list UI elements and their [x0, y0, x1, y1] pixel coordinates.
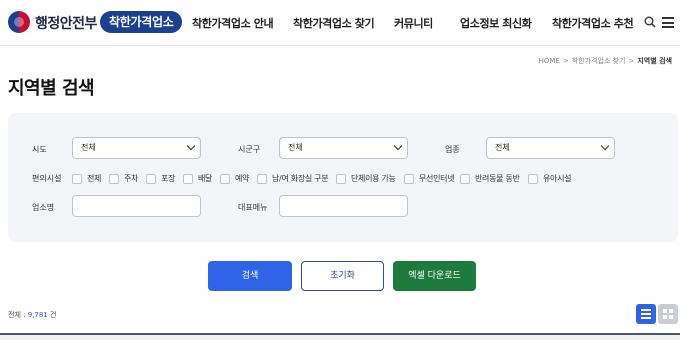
excel-download-button[interactable]: 엑셀 다운로드 [393, 261, 476, 291]
amenity-label: 유아시설 [543, 174, 572, 183]
result-count-suffix: 건 [47, 311, 57, 319]
checkbox-box[interactable] [146, 173, 156, 184]
sido-select[interactable]: 전체 [72, 137, 201, 159]
sido-select-value: 전체 [81, 143, 96, 152]
chevron-down-icon [600, 141, 610, 151]
checkbox-box[interactable] [528, 173, 538, 184]
government-emblem-icon[interactable] [8, 11, 30, 33]
site-header: 행정안전부 착한가격업소 착한가격업소 안내 착한가격업소 찾기 커뮤니티 업소… [0, 0, 680, 46]
amenity-label: 배달 [198, 174, 213, 183]
industry-select[interactable]: 전체 [486, 137, 615, 159]
sigungu-label: 시군구 [238, 145, 261, 154]
search-button[interactable]: 검색 [208, 261, 292, 291]
checkbox-box[interactable] [183, 173, 193, 184]
result-count-prefix: 전체 : [8, 311, 28, 319]
industry-label: 업종 [445, 145, 460, 154]
amenity-label: 단체이용 가능 [351, 174, 396, 183]
nav-item-guide[interactable]: 착한가격업소 안내 [192, 15, 274, 31]
amenity-label: 반려동물 동반 [475, 174, 520, 183]
menu-input[interactable] [279, 195, 408, 217]
amenity-checkbox-wifi[interactable]: 무선인터넷 [404, 173, 455, 184]
sido-label: 시도 [32, 145, 47, 154]
chevron-down-icon [393, 141, 403, 151]
nav-item-community[interactable]: 커뮤니티 [394, 15, 433, 31]
result-count-number: 9,781 [27, 311, 48, 319]
amenity-label: 주차 [124, 174, 139, 183]
hamburger-menu-icon[interactable] [662, 17, 674, 28]
amenity-checkbox-group[interactable]: 단체이용 가능 [336, 173, 396, 184]
breadcrumb: HOME > 착한가격업소 찾기 > 지역별 검색 [538, 57, 672, 65]
service-logo-badge[interactable]: 착한가격업소 [100, 11, 183, 33]
breadcrumb-current: 지역별 검색 [637, 57, 672, 65]
checkbox-box[interactable] [404, 173, 414, 184]
amenity-label: 예약 [235, 174, 250, 183]
store-name-label: 업소명 [32, 203, 55, 212]
chevron-down-icon [186, 141, 196, 151]
amenities-label: 편의시설 [32, 174, 62, 183]
amenity-checkbox-takeout[interactable]: 포장 [146, 173, 175, 184]
ministry-logo-text[interactable]: 행정안전부 [35, 13, 97, 33]
checkbox-box[interactable] [460, 173, 470, 184]
amenity-checkbox-delivery[interactable]: 배달 [183, 173, 212, 184]
checkbox-box[interactable] [220, 173, 230, 184]
breadcrumb-find[interactable]: 착한가격업소 찾기 [572, 57, 626, 65]
amenity-label: 포장 [161, 174, 176, 183]
results-table-header [0, 333, 680, 340]
amenity-checkbox-parking[interactable]: 주차 [109, 173, 138, 184]
checkbox-box[interactable] [336, 173, 346, 184]
nav-item-recommend[interactable]: 착한가격업소 추천 [552, 15, 634, 31]
amenity-label: 남/여 화장실 구분 [272, 174, 329, 183]
checkbox-box[interactable] [72, 173, 82, 184]
checkbox-box[interactable] [257, 173, 267, 184]
amenity-label: 무선인터넷 [419, 174, 455, 183]
checkbox-box[interactable] [109, 173, 119, 184]
amenity-label: 전체 [87, 174, 102, 183]
search-icon[interactable] [644, 16, 656, 28]
store-name-input[interactable] [72, 195, 201, 217]
amenity-checkbox-all[interactable]: 전체 [72, 173, 101, 184]
page-title: 지역별 검색 [8, 78, 95, 99]
amenity-checkbox-kids[interactable]: 유아시설 [528, 173, 572, 184]
menu-label: 대표메뉴 [238, 203, 268, 212]
amenity-checkbox-restroom[interactable]: 남/여 화장실 구분 [257, 173, 329, 184]
nav-item-update[interactable]: 업소정보 최신화 [460, 15, 532, 31]
result-count: 전체 : 9,781 건 [8, 310, 56, 320]
amenity-checkbox-reservation[interactable]: 예약 [220, 173, 249, 184]
industry-select-value: 전체 [495, 143, 510, 152]
sigungu-select-value: 전체 [288, 143, 303, 152]
list-view-icon[interactable] [636, 304, 656, 324]
breadcrumb-home[interactable]: HOME [539, 57, 560, 65]
nav-item-find[interactable]: 착한가격업소 찾기 [293, 15, 375, 31]
reset-button[interactable]: 초기화 [301, 261, 384, 291]
sigungu-select[interactable]: 전체 [279, 137, 408, 159]
grid-view-icon[interactable] [658, 304, 678, 324]
amenity-checkbox-pet[interactable]: 반려동물 동반 [460, 173, 520, 184]
